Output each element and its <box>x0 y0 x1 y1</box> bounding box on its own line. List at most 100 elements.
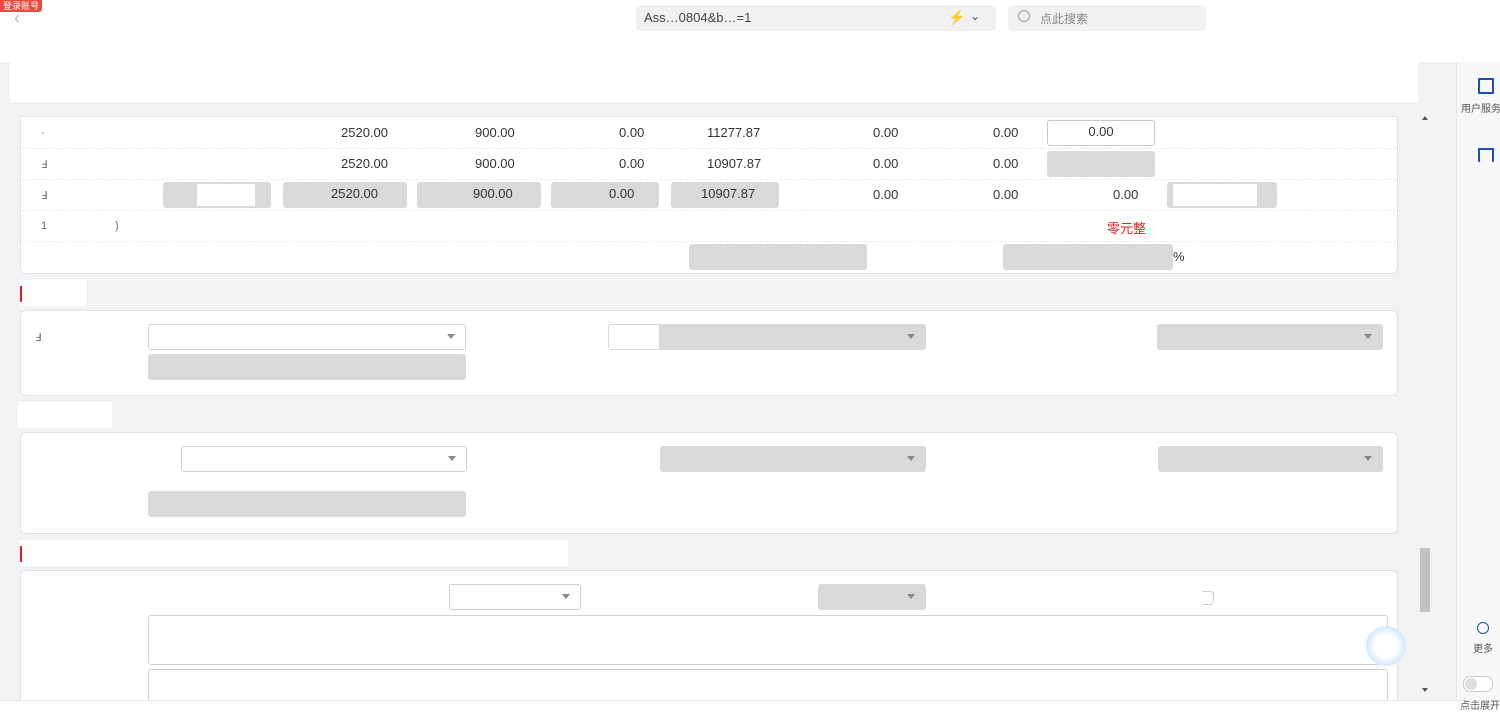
section-title <box>20 280 86 306</box>
select-field[interactable] <box>1157 324 1383 350</box>
scroll-up-icon[interactable] <box>1422 116 1428 120</box>
cell-value: 900.00 <box>473 186 513 201</box>
table-row: Ⅎ 2520.00 900.00 0.00 10907.87 0.00 0.00 <box>21 148 1397 180</box>
chevron-down-icon <box>907 334 915 339</box>
disabled-input <box>1047 151 1155 177</box>
table-row: % <box>21 241 1397 272</box>
cell-value: 900.00 <box>475 156 515 171</box>
cell-value: 11277.87 <box>707 125 761 140</box>
cell-value: 2520.00 <box>341 125 388 140</box>
disabled-input <box>1003 244 1173 270</box>
disabled-input <box>689 244 867 270</box>
cell-value: 0.00 <box>993 187 1019 202</box>
chevron-down-icon <box>447 334 455 339</box>
section-title <box>18 402 112 428</box>
select-field[interactable] <box>660 446 926 472</box>
textarea[interactable] <box>148 615 1388 665</box>
table-row: · 2520.00 900.00 0.00 11277.87 0.00 0.00… <box>21 117 1397 149</box>
checkbox[interactable] <box>1203 591 1214 605</box>
more-label: 更多 <box>1473 644 1493 655</box>
browser-top-bar: 登录账号 ‹ Ass…0804&b…=1 ⚡ ⌄ 点此搜索 <box>0 0 1500 37</box>
sub-toolbar <box>0 36 1500 62</box>
cell-value: 0.00 <box>1113 187 1139 202</box>
percent-unit: % <box>1173 249 1185 264</box>
textarea[interactable] <box>148 669 1388 700</box>
search-icon <box>1018 10 1030 22</box>
row-label: Ⅎ <box>41 159 48 171</box>
chevron-down-icon <box>448 456 456 461</box>
form-header-area <box>10 62 1418 102</box>
back-arrow-icon[interactable]: ‹ <box>14 9 20 27</box>
cell-value: 0.00 <box>993 125 1019 140</box>
disabled-input: 2520.00 <box>283 182 407 208</box>
chevron-down-icon <box>1364 334 1372 339</box>
select-field[interactable] <box>818 584 926 610</box>
square-icon <box>1478 148 1494 162</box>
form-card <box>20 570 1398 700</box>
cell-value: 0.00 <box>873 187 899 202</box>
disabled-input <box>1167 182 1277 208</box>
disabled-input: 0.00 <box>551 182 659 208</box>
search-placeholder: 点此搜索 <box>1040 12 1089 26</box>
select-field[interactable] <box>449 584 581 610</box>
search-box[interactable]: 点此搜索 <box>1008 5 1206 31</box>
section-marker <box>20 286 22 302</box>
disabled-input <box>148 491 466 517</box>
section-marker <box>20 546 22 562</box>
row-label: 1 <box>41 220 48 232</box>
cell-value: 0.00 <box>873 156 899 171</box>
bottom-bar: 点击展开 <box>0 700 1500 719</box>
row-label: · <box>41 127 45 139</box>
login-account-badge[interactable]: 登录账号 <box>0 0 43 12</box>
table-row: 1 ) 零元整 <box>21 210 1397 242</box>
cell-value: 900.00 <box>475 125 515 140</box>
form-card <box>20 432 1398 534</box>
chevron-down-icon <box>562 594 570 599</box>
cell-value: 0.00 <box>873 125 899 140</box>
chevron-down-icon <box>907 456 915 461</box>
cell-value: 10907.87 <box>707 156 762 171</box>
chevron-down-icon[interactable]: ⌄ <box>970 9 980 23</box>
row-label: Ⅎ <box>41 190 48 202</box>
scrollbar-thumb[interactable] <box>1420 548 1430 612</box>
cell-value: 2520.00 <box>331 186 378 201</box>
select-field[interactable] <box>608 324 926 350</box>
select-field[interactable] <box>1158 446 1383 472</box>
expand-label[interactable]: 点击展开 <box>1460 697 1500 712</box>
table-row: Ⅎ 2520.00 900.00 0.00 10907.87 0.00 0.00… <box>21 179 1397 211</box>
disabled-input: 900.00 <box>417 182 541 208</box>
disabled-input: 10907.87 <box>671 182 779 208</box>
cell-value: 0.00 <box>619 125 645 140</box>
amount-input[interactable]: 0.00 <box>1047 120 1155 146</box>
amount-table-card: · 2520.00 900.00 0.00 11277.87 0.00 0.00… <box>20 116 1398 274</box>
amount-in-words: 零元整 <box>1107 221 1147 236</box>
address-bar[interactable]: Ass…0804&b…=1 ⚡ ⌄ <box>636 5 996 31</box>
user-service-label: 用户服务 <box>1461 104 1500 115</box>
panel-item[interactable] <box>1457 148 1500 178</box>
right-side-panel: 用户服务 更多 <box>1456 62 1500 700</box>
floating-assistant-button[interactable] <box>1366 626 1406 666</box>
disabled-input <box>148 354 466 380</box>
lightning-icon[interactable]: ⚡ <box>948 9 965 26</box>
address-url: Ass…0804&b…=1 <box>644 10 752 25</box>
select-field[interactable] <box>181 446 467 472</box>
form-content: · 2520.00 900.00 0.00 11277.87 0.00 0.00… <box>0 62 1447 700</box>
scroll-down-icon[interactable] <box>1422 688 1428 692</box>
disabled-input <box>163 182 271 208</box>
chevron-down-icon <box>1364 456 1372 461</box>
square-icon <box>1478 78 1494 94</box>
field-label: Ⅎ <box>35 332 42 344</box>
expand-toggle[interactable] <box>1463 676 1493 692</box>
vertical-scrollbar[interactable] <box>1418 108 1432 700</box>
section-title <box>20 540 568 566</box>
form-card: Ⅎ <box>20 310 1398 396</box>
more-item[interactable]: 更多 <box>1457 622 1500 658</box>
cell-value: 10907.87 <box>701 186 756 201</box>
select-field[interactable] <box>148 324 466 350</box>
chevron-down-icon <box>907 594 915 599</box>
cell-value: 0.00 <box>609 186 635 201</box>
user-service-item[interactable]: 用户服务 <box>1457 78 1500 118</box>
more-icon <box>1477 622 1489 634</box>
cell-value: 0.00 <box>619 156 645 171</box>
cell-value: 2520.00 <box>341 156 388 171</box>
